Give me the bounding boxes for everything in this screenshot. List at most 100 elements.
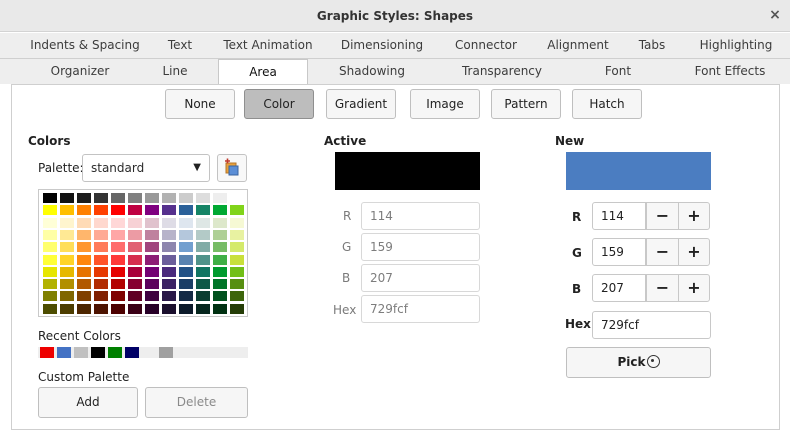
recent-color-swatch[interactable] [91, 347, 105, 358]
palette-swatch[interactable] [196, 266, 210, 277]
palette-swatch[interactable] [43, 193, 57, 203]
palette-swatch[interactable] [196, 254, 210, 265]
palette-swatch[interactable] [213, 229, 227, 240]
palette-swatch[interactable] [162, 193, 176, 203]
palette-swatch[interactable] [94, 193, 108, 203]
palette-swatch[interactable] [111, 193, 125, 203]
palette-swatch[interactable] [128, 291, 142, 302]
palette-swatch[interactable] [145, 291, 159, 302]
palette-swatch[interactable] [145, 254, 159, 265]
fill-gradient-button[interactable]: Gradient [326, 89, 396, 119]
palette-swatch[interactable] [60, 291, 74, 302]
new-hex-field[interactable]: 729fcf [592, 311, 711, 339]
new-r-increment-button[interactable]: + [678, 202, 710, 230]
palette-swatch[interactable] [60, 254, 74, 265]
palette-swatch[interactable] [60, 193, 74, 203]
tab-highlighting[interactable]: Highlighting [690, 33, 782, 58]
palette-swatch[interactable] [179, 217, 193, 228]
tab-area[interactable]: Area [218, 59, 308, 85]
palette-swatch[interactable] [128, 217, 142, 228]
palette-swatch[interactable] [230, 303, 244, 314]
palette-swatch[interactable] [145, 242, 159, 253]
palette-swatch[interactable] [60, 205, 74, 216]
palette-swatch[interactable] [179, 291, 193, 302]
fill-image-button[interactable]: Image [410, 89, 480, 119]
palette-swatch[interactable] [77, 291, 91, 302]
palette-swatch[interactable] [94, 217, 108, 228]
tab-shadowing[interactable]: Shadowing [322, 59, 422, 84]
palette-swatch[interactable] [60, 279, 74, 290]
palette-swatch[interactable] [111, 303, 125, 314]
palette-swatch[interactable] [213, 242, 227, 253]
palette-swatch[interactable] [162, 205, 176, 216]
recent-color-swatch[interactable] [74, 347, 88, 358]
palette-swatch[interactable] [145, 303, 159, 314]
tab-font-effects[interactable]: Font Effects [680, 59, 780, 84]
palette-swatch[interactable] [128, 205, 142, 216]
palette-swatch[interactable] [60, 229, 74, 240]
palette-swatch[interactable] [43, 279, 57, 290]
recent-color-swatch[interactable] [142, 347, 156, 358]
palette-swatch[interactable] [128, 279, 142, 290]
palette-swatch[interactable] [145, 193, 159, 203]
palette-swatch[interactable] [111, 242, 125, 253]
palette-swatch[interactable] [77, 242, 91, 253]
palette-swatch[interactable] [94, 291, 108, 302]
palette-swatch[interactable] [94, 303, 108, 314]
palette-swatch[interactable] [162, 254, 176, 265]
tab-tabs[interactable]: Tabs [630, 33, 674, 58]
palette-swatch[interactable] [230, 291, 244, 302]
palette-swatch[interactable] [213, 279, 227, 290]
palette-swatch[interactable] [162, 266, 176, 277]
palette-swatch[interactable] [179, 254, 193, 265]
palette-swatch[interactable] [179, 279, 193, 290]
palette-swatch[interactable] [111, 254, 125, 265]
palette-swatch[interactable] [111, 279, 125, 290]
palette-swatch[interactable] [77, 279, 91, 290]
recent-color-swatch[interactable] [108, 347, 122, 358]
tab-indents-spacing[interactable]: Indents & Spacing [20, 33, 150, 58]
palette-dropdown[interactable]: standard ▼ [82, 154, 210, 182]
palette-swatch[interactable] [179, 193, 193, 203]
palette-swatch[interactable] [111, 291, 125, 302]
palette-swatch[interactable] [213, 266, 227, 277]
palette-swatch[interactable] [162, 279, 176, 290]
palette-swatch[interactable] [94, 205, 108, 216]
tab-font[interactable]: Font [590, 59, 646, 84]
pick-color-button[interactable]: Pick [566, 347, 711, 378]
palette-swatch[interactable] [43, 205, 57, 216]
fill-hatch-button[interactable]: Hatch [572, 89, 642, 119]
palette-swatch[interactable] [213, 254, 227, 265]
palette-swatch[interactable] [213, 303, 227, 314]
fill-color-button[interactable]: Color [244, 89, 314, 119]
palette-swatch[interactable] [213, 205, 227, 216]
palette-swatch[interactable] [128, 229, 142, 240]
close-icon[interactable]: × [766, 0, 784, 32]
palette-swatch[interactable] [43, 266, 57, 277]
palette-swatch[interactable] [162, 291, 176, 302]
new-b-field[interactable]: 207 [592, 274, 646, 302]
new-g-field[interactable]: 159 [592, 238, 646, 266]
palette-swatch[interactable] [196, 229, 210, 240]
palette-swatch[interactable] [43, 254, 57, 265]
palette-swatch[interactable] [213, 217, 227, 228]
palette-swatch[interactable] [230, 217, 244, 228]
palette-swatch[interactable] [145, 217, 159, 228]
palette-swatch[interactable] [196, 279, 210, 290]
palette-swatch[interactable] [196, 205, 210, 216]
tab-dimensioning[interactable]: Dimensioning [332, 33, 432, 58]
palette-swatch[interactable] [94, 242, 108, 253]
palette-swatch[interactable] [77, 266, 91, 277]
palette-swatch[interactable] [77, 217, 91, 228]
recent-color-swatch[interactable] [159, 347, 173, 358]
palette-swatch[interactable] [162, 242, 176, 253]
palette-swatch[interactable] [128, 254, 142, 265]
palette-swatch[interactable] [179, 266, 193, 277]
palette-swatch[interactable] [145, 205, 159, 216]
tab-transparency[interactable]: Transparency [452, 59, 552, 84]
palette-swatch[interactable] [111, 229, 125, 240]
palette-swatch[interactable] [230, 193, 244, 203]
new-r-field[interactable]: 114 [592, 202, 646, 230]
delete-custom-color-button[interactable]: Delete [145, 387, 248, 418]
palette-swatch[interactable] [196, 242, 210, 253]
